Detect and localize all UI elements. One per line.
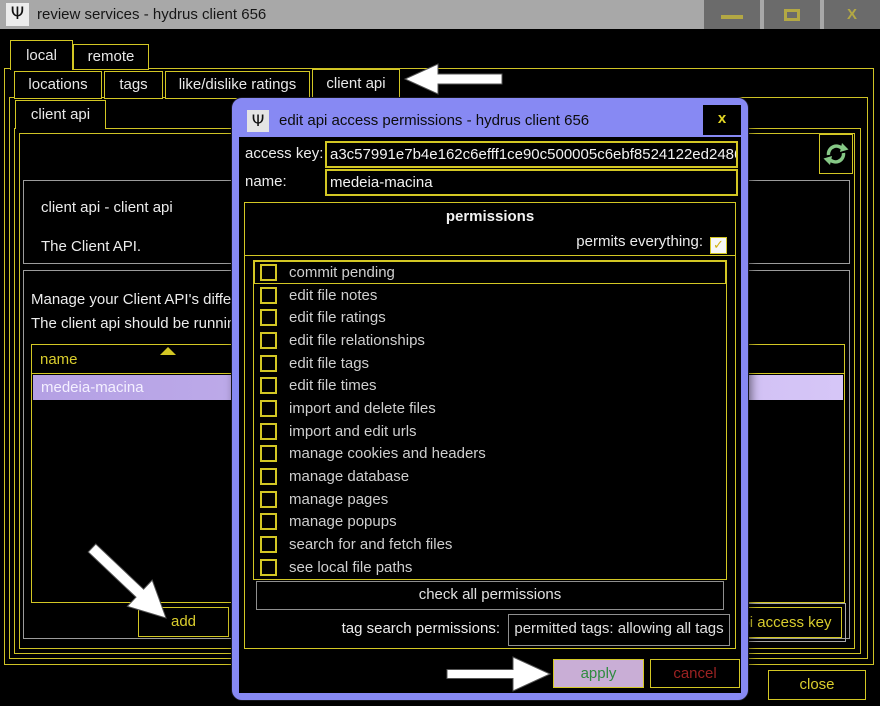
permission-checkbox[interactable] bbox=[260, 309, 277, 326]
tab-remote[interactable]: remote bbox=[73, 44, 149, 70]
name-input[interactable]: medeia-macina bbox=[325, 169, 738, 196]
access-key-label: access key: bbox=[245, 145, 323, 162]
permission-label: commit pending bbox=[289, 264, 395, 281]
permission-label: import and delete files bbox=[289, 400, 436, 417]
permission-label: manage pages bbox=[289, 491, 388, 508]
permission-item[interactable]: edit file relationships bbox=[254, 329, 726, 352]
permission-checkbox[interactable] bbox=[260, 400, 277, 417]
permission-item[interactable]: see local file paths bbox=[254, 556, 726, 579]
permission-checkbox[interactable] bbox=[260, 513, 277, 530]
window-titlebar[interactable]: Ψ review services - hydrus client 656 X bbox=[0, 0, 880, 29]
permissions-panel: permissions permits everything: ✓ commit … bbox=[244, 202, 736, 649]
permission-checkbox[interactable] bbox=[260, 377, 277, 394]
edit-api-permissions-dialog: Ψ edit api access permissions - hydrus c… bbox=[232, 98, 748, 700]
manage-help-text-1: Manage your Client API's differ bbox=[31, 291, 236, 308]
permission-label: edit file notes bbox=[289, 287, 377, 304]
permission-item[interactable]: edit file notes bbox=[254, 284, 726, 307]
dialog-close-button[interactable]: x bbox=[703, 105, 741, 135]
dialog-title: edit api access permissions - hydrus cli… bbox=[279, 105, 589, 137]
refresh-icon bbox=[823, 141, 849, 167]
permission-label: import and edit urls bbox=[289, 423, 417, 440]
permission-checkbox[interactable] bbox=[260, 423, 277, 440]
tab-like-dislike-ratings[interactable]: like/dislike ratings bbox=[165, 71, 310, 99]
permission-checkbox[interactable] bbox=[260, 536, 277, 553]
add-button[interactable]: add bbox=[138, 607, 229, 637]
permission-item[interactable]: edit file times bbox=[254, 374, 726, 397]
permission-list: commit pending edit file notes edit file r… bbox=[253, 260, 727, 580]
maximize-icon bbox=[784, 9, 800, 21]
tab-local[interactable]: local bbox=[10, 40, 73, 70]
permits-everything-row: permits everything: ✓ bbox=[576, 233, 727, 251]
permission-item[interactable]: import and delete files bbox=[254, 397, 726, 420]
tab-locations[interactable]: locations bbox=[14, 71, 102, 99]
permission-checkbox[interactable] bbox=[260, 491, 277, 508]
permissions-title: permissions bbox=[245, 208, 735, 225]
refresh-button[interactable] bbox=[819, 134, 853, 174]
permission-item[interactable]: manage cookies and headers bbox=[254, 443, 726, 466]
permission-label: manage database bbox=[289, 468, 409, 485]
review-services-window: Ψ review services - hydrus client 656 X … bbox=[0, 0, 880, 706]
hydrus-app-icon: Ψ bbox=[6, 3, 29, 26]
close-icon: X bbox=[824, 0, 880, 29]
check-all-permissions-button[interactable]: check all permissions bbox=[256, 581, 724, 610]
permission-item[interactable]: import and edit urls bbox=[254, 420, 726, 443]
service-name-text: client api - client api bbox=[41, 199, 173, 216]
permits-everything-checkbox[interactable]: ✓ bbox=[710, 237, 727, 254]
permission-item[interactable]: manage database bbox=[254, 465, 726, 488]
permission-item[interactable]: commit pending bbox=[254, 261, 726, 284]
window-title: review services - hydrus client 656 bbox=[37, 0, 266, 29]
permission-label: edit file ratings bbox=[289, 309, 386, 326]
permission-label: edit file tags bbox=[289, 355, 369, 372]
permission-item[interactable]: manage popups bbox=[254, 511, 726, 534]
permission-checkbox[interactable] bbox=[260, 355, 277, 372]
tag-search-permissions-button[interactable]: permitted tags: allowing all tags bbox=[508, 614, 730, 646]
sort-ascending-icon bbox=[160, 347, 176, 355]
tab-client-api[interactable]: client api bbox=[312, 69, 400, 98]
permission-label: search for and fetch files bbox=[289, 536, 452, 553]
permission-label: manage popups bbox=[289, 513, 397, 530]
dialog-titlebar[interactable]: Ψ edit api access permissions - hydrus c… bbox=[239, 105, 741, 137]
permission-label: edit file relationships bbox=[289, 332, 425, 349]
tab-client-api-service[interactable]: client api bbox=[15, 100, 106, 129]
hydrus-dialog-icon: Ψ bbox=[247, 110, 269, 132]
close-window-button[interactable]: X bbox=[824, 0, 880, 29]
apply-button[interactable]: apply bbox=[553, 659, 644, 688]
minimize-button[interactable] bbox=[704, 0, 760, 29]
permission-checkbox[interactable] bbox=[260, 287, 277, 304]
separator bbox=[245, 255, 735, 256]
permission-item[interactable]: search for and fetch files bbox=[254, 533, 726, 556]
manage-help-text-2: The client api should be runnin bbox=[31, 315, 235, 332]
permission-label: edit file times bbox=[289, 377, 377, 394]
tab-tags[interactable]: tags bbox=[104, 71, 163, 99]
permission-item[interactable]: edit file tags bbox=[254, 352, 726, 375]
service-description-text: The Client API. bbox=[41, 238, 141, 255]
access-key-input[interactable]: a3c57991e7b4e162c6efff1ce90c500005c6ebf8… bbox=[325, 141, 738, 168]
permission-checkbox[interactable] bbox=[260, 445, 277, 462]
permission-checkbox[interactable] bbox=[260, 264, 277, 281]
name-label: name: bbox=[245, 173, 287, 190]
cancel-button[interactable]: cancel bbox=[650, 659, 740, 688]
tag-search-permissions-label: tag search permissions: bbox=[245, 620, 500, 637]
permission-checkbox[interactable] bbox=[260, 332, 277, 349]
permission-checkbox[interactable] bbox=[260, 559, 277, 576]
minimize-icon bbox=[721, 15, 743, 19]
permission-label: manage cookies and headers bbox=[289, 445, 486, 462]
dialog-body: access key: a3c57991e7b4e162c6efff1ce90c… bbox=[239, 137, 741, 693]
permits-everything-label: permits everything: bbox=[576, 233, 703, 250]
close-button[interactable]: close bbox=[768, 670, 866, 700]
permission-item[interactable]: manage pages bbox=[254, 488, 726, 511]
permission-checkbox[interactable] bbox=[260, 468, 277, 485]
maximize-button[interactable] bbox=[764, 0, 820, 29]
permission-item[interactable]: edit file ratings bbox=[254, 306, 726, 329]
permission-label: see local file paths bbox=[289, 559, 412, 576]
